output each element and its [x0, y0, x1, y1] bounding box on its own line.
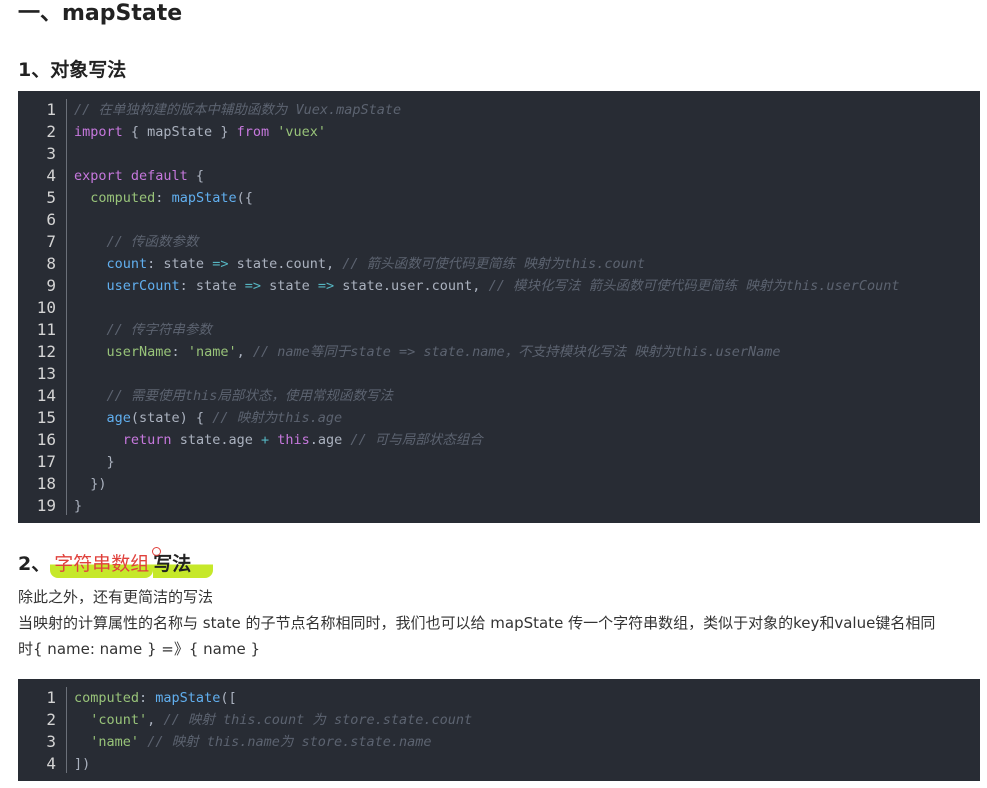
code-line: 10 [18, 297, 980, 319]
line-number: 5 [46, 188, 56, 207]
line-number: 4 [46, 166, 56, 185]
code-block-array-syntax: 1 computed: mapState([ 2 'count', // 映射 th… [18, 679, 980, 781]
line-number: 14 [36, 386, 56, 405]
line-number: 1 [46, 688, 56, 707]
code-line: 8 count: state => state.count, // 箭头函数可使… [18, 253, 980, 275]
line-number: 17 [36, 452, 56, 471]
section-heading-object: 1、对象写法 [18, 59, 127, 81]
line-number: 19 [36, 496, 56, 515]
line-number: 11 [36, 320, 56, 339]
line-number: 7 [46, 232, 56, 251]
line-number: 18 [36, 474, 56, 493]
code-line: 4]) [18, 753, 980, 775]
line-number: 2 [46, 122, 56, 141]
code-line: 6 [18, 209, 980, 231]
line-number: 1 [46, 100, 56, 119]
code-line: 1 computed: mapState([ [18, 687, 980, 709]
code-line: 3 [18, 143, 980, 165]
code-line: 2 'count', // 映射 this.count 为 store.stat… [18, 709, 980, 731]
highlighted-text: 字符串数组 [50, 547, 162, 578]
line-number: 3 [46, 144, 56, 163]
line-number: 3 [46, 732, 56, 751]
line-number: 8 [46, 254, 56, 273]
code-line: 17 } [18, 451, 980, 473]
code-text: // 需要使用this局部状态，使用常规函数写法 [106, 388, 393, 404]
code-text: userName: 'name', // name等同于state => sta… [106, 344, 781, 360]
code-line: 1 // 在单独构建的版本中辅助函数为 Vuex.mapState [18, 99, 980, 121]
code-line: 15 age(state) { // 映射为this.age [18, 407, 980, 429]
code-text: 'count', // 映射 this.count 为 store.state.… [90, 712, 473, 728]
code-text: userCount: state => state => state.user.… [106, 278, 900, 294]
code-line: 3 'name' // 映射 this.name为 store.state.na… [18, 731, 980, 753]
line-number: 9 [46, 276, 56, 295]
code-text: count: state => state.count, // 箭头函数可使代码… [106, 256, 646, 272]
code-text: 'name' // 映射 this.name为 store.state.name [90, 734, 432, 750]
highlight-label: 字符串数组 [54, 553, 150, 575]
code-text: } [74, 498, 83, 514]
code-text: ]) [74, 756, 91, 772]
code-line: 16 return state.age + this.age // 可与局部状态… [18, 429, 980, 451]
code-text: computed: mapState([ [74, 690, 237, 706]
code-line: 5 computed: mapState({ [18, 187, 980, 209]
code-line: 11 // 传字符串参数 [18, 319, 980, 341]
paragraph-example: 时{ name: name } =》{ name } [18, 640, 261, 658]
code-line: 4 export default { [18, 165, 980, 187]
code-text: } [74, 454, 115, 470]
line-number: 4 [46, 754, 56, 773]
code-line: 14 // 需要使用this局部状态，使用常规函数写法 [18, 385, 980, 407]
line-number: 15 [36, 408, 56, 427]
code-line: 7 // 传函数参数 [18, 231, 980, 253]
section-heading-prefix: 2、 [18, 553, 51, 575]
paragraph-explanation: 当映射的计算属性的名称与 state 的子节点名称相同时，我们也可以给 mapS… [18, 614, 936, 632]
code-text: // 传字符串参数 [106, 322, 212, 338]
code-text: age(state) { // 映射为this.age [106, 410, 343, 426]
line-number: 13 [36, 364, 56, 383]
code-text: computed: mapState({ [90, 190, 253, 206]
paragraph-intro: 除此之外，还有更简洁的写法 [18, 588, 214, 606]
code-line: 12 userName: 'name', // name等同于state => … [18, 341, 980, 363]
code-block-object-syntax: 1 // 在单独构建的版本中辅助函数为 Vuex.mapState 2 import … [18, 91, 980, 523]
line-number: 6 [46, 210, 56, 229]
code-text: import { mapState } from 'vuex' [74, 124, 327, 140]
line-number: 10 [36, 298, 56, 317]
code-text: // 传函数参数 [106, 234, 199, 250]
section-heading-suffix: 写法 [153, 550, 214, 578]
line-number: 12 [36, 342, 56, 361]
code-line: 13 [18, 363, 980, 385]
line-number: 16 [36, 430, 56, 449]
code-text: // 在单独构建的版本中辅助函数为 Vuex.mapState [74, 102, 402, 118]
section-heading-array: 2、 字符串数组 写法 [18, 547, 214, 578]
code-text: export default { [74, 168, 205, 184]
code-text: }) [74, 476, 107, 492]
code-line: 18 }) [18, 473, 980, 495]
code-line: 19} [18, 495, 980, 517]
code-text: return state.age + this.age // 可与局部状态组合 [122, 432, 483, 448]
code-line: 9 userCount: state => state => state.use… [18, 275, 980, 297]
page-title: 一、mapState [18, 1, 183, 26]
line-number: 2 [46, 710, 56, 729]
code-line: 2 import { mapState } from 'vuex' [18, 121, 980, 143]
